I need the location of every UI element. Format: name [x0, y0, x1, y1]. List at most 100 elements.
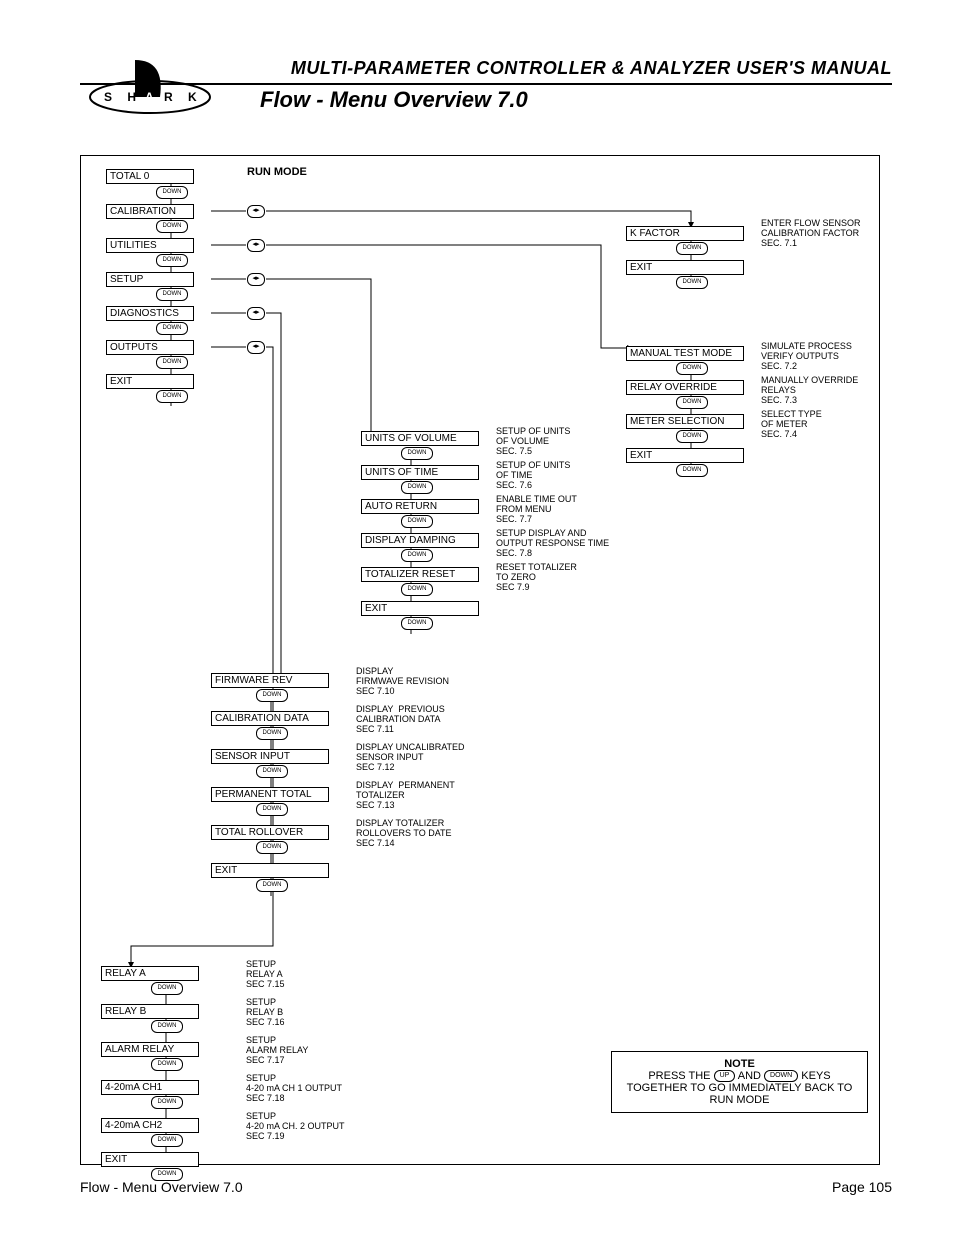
down-button[interactable]: DOWN — [256, 841, 288, 854]
enter-button[interactable]: ◂▸ — [247, 239, 265, 252]
setup-totalizer-reset-desc: RESET TOTALIZER TO ZERO SEC 7.9 — [496, 562, 577, 592]
down-button[interactable]: DOWN — [151, 982, 183, 995]
run-mode-label: RUN MODE — [247, 166, 307, 178]
cal-exit: EXIT — [626, 260, 744, 275]
setup-auto-return-desc: ENABLE TIME OUT FROM MENU SEC. 7.7 — [496, 494, 577, 524]
setup-exit: EXIT — [361, 601, 479, 616]
down-button[interactable]: DOWN — [156, 322, 188, 335]
enter-button[interactable]: ◂▸ — [247, 341, 265, 354]
down-button[interactable]: DOWN — [151, 1058, 183, 1071]
setup-display-damping: DISPLAY DAMPING — [361, 533, 479, 548]
out-relay-b-desc: SETUP RELAY B SEC 7.16 — [246, 997, 285, 1027]
setup-units-time-desc: SETUP OF UNITS OF TIME SEC. 7.6 — [496, 460, 570, 490]
note-line2: TOGETHER TO GO IMMEDIATELY BACK TO — [622, 1082, 857, 1094]
page-header: MULTI-PARAMETER CONTROLLER & ANALYZER US… — [80, 58, 892, 113]
down-button[interactable]: DOWN — [156, 220, 188, 233]
util-manual-test: MANUAL TEST MODE — [626, 346, 744, 361]
util-meter-selection-desc: SELECT TYPE OF METER SEC. 7.4 — [761, 409, 822, 439]
setup-auto-return: AUTO RETURN — [361, 499, 479, 514]
util-exit: EXIT — [626, 448, 744, 463]
diag-calibration-data: CALIBRATION DATA — [211, 711, 329, 726]
note-title: NOTE — [622, 1058, 857, 1070]
down-button[interactable]: DOWN — [676, 362, 708, 375]
down-button[interactable]: DOWN — [676, 464, 708, 477]
out-alarm-relay-desc: SETUP ALARM RELAY SEC 7.17 — [246, 1035, 308, 1065]
menu-exit: EXIT — [106, 374, 194, 389]
diag-permanent-total-desc: DISPLAY PERMANENT TOTALIZER SEC 7.13 — [356, 780, 455, 810]
cal-kfactor: K FACTOR — [626, 226, 744, 241]
diag-exit: EXIT — [211, 863, 329, 878]
down-button[interactable]: DOWN — [401, 583, 433, 596]
menu-utilities: UTILITIES — [106, 238, 194, 253]
setup-units-volume-desc: SETUP OF UNITS OF VOLUME SEC. 7.5 — [496, 426, 570, 456]
section-title: Flow - Menu Overview 7.0 — [260, 87, 892, 113]
down-button[interactable]: DOWN — [156, 390, 188, 403]
down-button[interactable]: DOWN — [676, 242, 708, 255]
down-button[interactable]: DOWN — [151, 1134, 183, 1147]
down-button[interactable]: DOWN — [151, 1096, 183, 1109]
page: S H A R K MULTI-PARAMETER CONTROLLER & A… — [0, 0, 954, 1235]
menu-outputs: OUTPUTS — [106, 340, 194, 355]
up-key-icon: UP — [714, 1070, 736, 1082]
down-button[interactable]: DOWN — [256, 727, 288, 740]
menu-diagnostics: DIAGNOSTICS — [106, 306, 194, 321]
down-button[interactable]: DOWN — [401, 549, 433, 562]
diag-total-rollover: TOTAL ROLLOVER — [211, 825, 329, 840]
cal-kfactor-desc: ENTER FLOW SENSOR CALIBRATION FACTOR SEC… — [761, 218, 861, 248]
note-line1: PRESS THE UP AND DOWN KEYS — [622, 1070, 857, 1082]
out-420ma-ch1-desc: SETUP 4-20 mA CH 1 OUTPUT SEC 7.18 — [246, 1073, 342, 1103]
down-button[interactable]: DOWN — [676, 430, 708, 443]
util-relay-override-desc: MANUALLY OVERRIDE RELAYS SEC. 7.3 — [761, 375, 858, 405]
out-alarm-relay: ALARM RELAY — [101, 1042, 199, 1057]
down-button[interactable]: DOWN — [156, 254, 188, 267]
note-line3: RUN MODE — [622, 1094, 857, 1106]
diag-permanent-total: PERMANENT TOTAL — [211, 787, 329, 802]
setup-units-volume: UNITS OF VOLUME — [361, 431, 479, 446]
down-button[interactable]: DOWN — [676, 276, 708, 289]
diag-calibration-data-desc: DISPLAY PREVIOUS CALIBRATION DATA SEC 7.… — [356, 704, 445, 734]
out-420ma-ch2-desc: SETUP 4-20 mA CH. 2 OUTPUT SEC 7.19 — [246, 1111, 345, 1141]
out-420ma-ch1: 4-20mA CH1 — [101, 1080, 199, 1095]
util-meter-selection: METER SELECTION — [626, 414, 744, 429]
setup-display-damping-desc: SETUP DISPLAY AND OUTPUT RESPONSE TIME S… — [496, 528, 609, 558]
setup-units-time: UNITS OF TIME — [361, 465, 479, 480]
down-button[interactable]: DOWN — [256, 765, 288, 778]
down-button[interactable]: DOWN — [401, 447, 433, 460]
out-relay-a-desc: SETUP RELAY A SEC 7.15 — [246, 959, 285, 989]
down-button[interactable]: DOWN — [256, 803, 288, 816]
util-manual-test-desc: SIMULATE PROCESS VERIFY OUTPUTS SEC. 7.2 — [761, 341, 852, 371]
diag-firmware-rev: FIRMWARE REV — [211, 673, 329, 688]
footer-left: Flow - Menu Overview 7.0 — [80, 1179, 243, 1195]
util-relay-override: RELAY OVERRIDE — [626, 380, 744, 395]
down-button[interactable]: DOWN — [256, 879, 288, 892]
setup-totalizer-reset: TOTALIZER RESET — [361, 567, 479, 582]
diag-sensor-input: SENSOR INPUT — [211, 749, 329, 764]
note-box: NOTE PRESS THE UP AND DOWN KEYS TOGETHER… — [611, 1051, 868, 1113]
enter-button[interactable]: ◂▸ — [247, 273, 265, 286]
down-button[interactable]: DOWN — [156, 186, 188, 199]
out-exit: EXIT — [101, 1152, 199, 1167]
out-420ma-ch2: 4-20mA CH2 — [101, 1118, 199, 1133]
menu-setup: SETUP — [106, 272, 194, 287]
manual-title: MULTI-PARAMETER CONTROLLER & ANALYZER US… — [80, 58, 892, 79]
enter-button[interactable]: ◂▸ — [247, 307, 265, 320]
menu-total: TOTAL 0 — [106, 169, 194, 184]
menu-calibration: CALIBRATION — [106, 204, 194, 219]
enter-button[interactable]: ◂▸ — [247, 205, 265, 218]
down-button[interactable]: DOWN — [401, 481, 433, 494]
down-key-icon: DOWN — [764, 1070, 798, 1082]
out-relay-a: RELAY A — [101, 966, 199, 981]
down-button[interactable]: DOWN — [401, 617, 433, 630]
down-button[interactable]: DOWN — [256, 689, 288, 702]
header-rule — [80, 83, 892, 85]
down-button[interactable]: DOWN — [401, 515, 433, 528]
diag-firmware-rev-desc: DISPLAY FIRMWAVE REVISION SEC 7.10 — [356, 666, 449, 696]
page-footer: Flow - Menu Overview 7.0 Page 105 — [80, 1179, 892, 1195]
down-button[interactable]: DOWN — [676, 396, 708, 409]
down-button[interactable]: DOWN — [156, 288, 188, 301]
down-button[interactable]: DOWN — [151, 1020, 183, 1033]
footer-right: Page 105 — [832, 1179, 892, 1195]
down-button[interactable]: DOWN — [156, 356, 188, 369]
out-relay-b: RELAY B — [101, 1004, 199, 1019]
diag-total-rollover-desc: DISPLAY TOTALIZER ROLLOVERS TO DATE SEC … — [356, 818, 452, 848]
